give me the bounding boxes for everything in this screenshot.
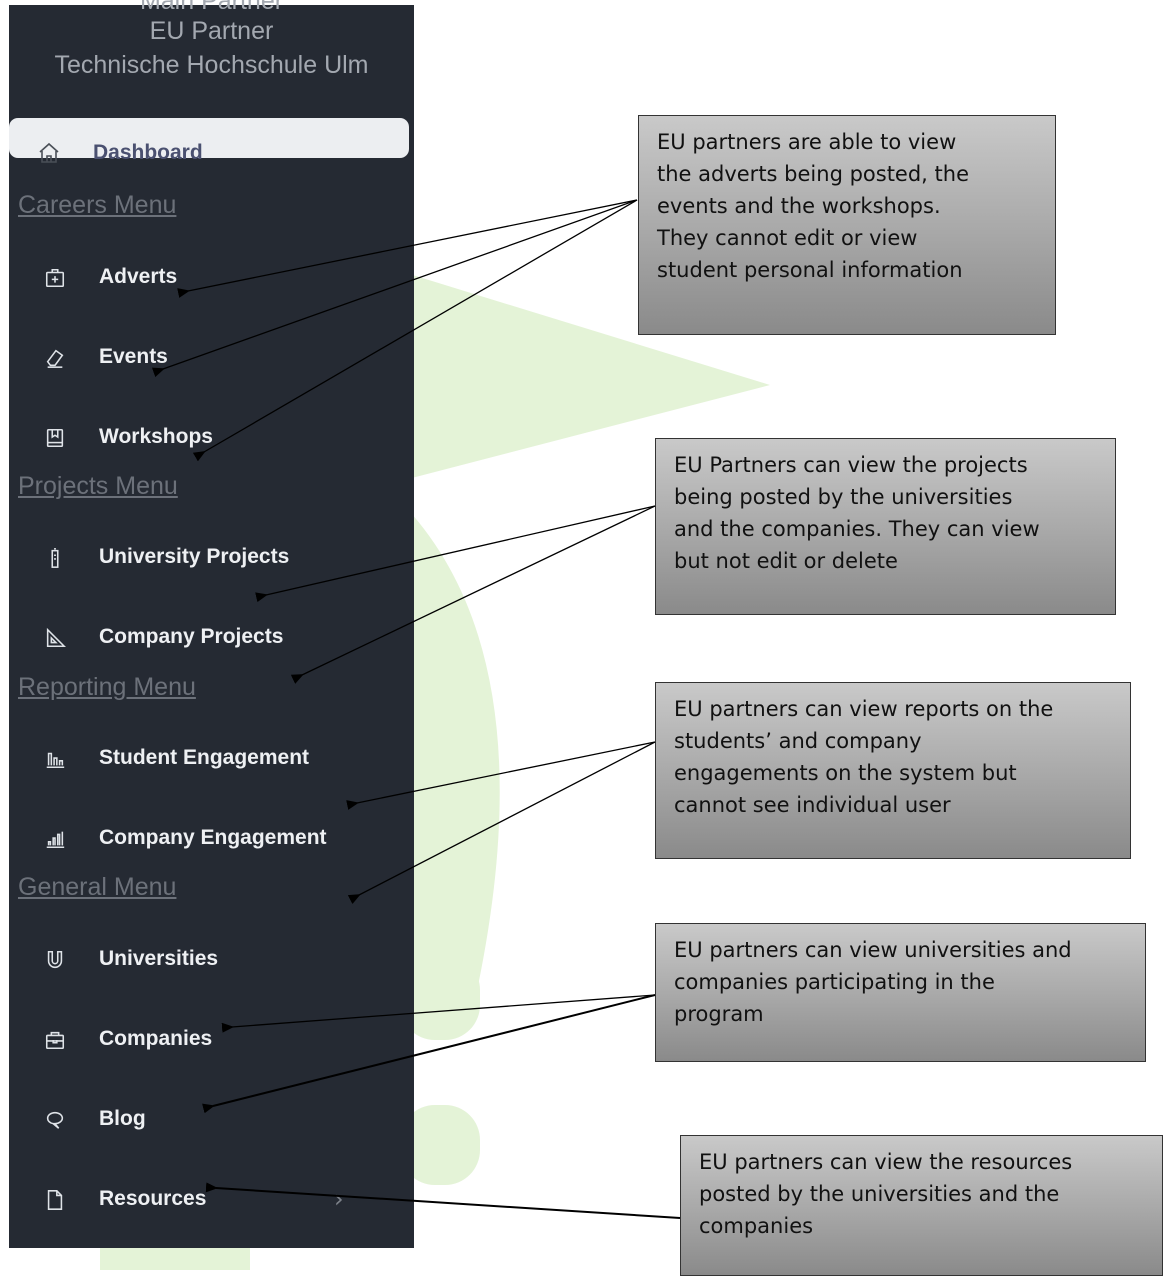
magnet-icon — [42, 949, 68, 975]
callout-line: the adverts being posted, the — [657, 162, 969, 186]
profile-organization: Technische Hochschule Ulm — [54, 51, 369, 79]
callout-line: student personal information — [657, 258, 963, 282]
section-careers-menu: Careers Menu — [18, 191, 177, 219]
callout-line: companies — [699, 1214, 814, 1238]
callout-line: engagements on the system but — [674, 761, 1017, 785]
callout-projects: EU Partners can view the projects being … — [655, 438, 1116, 615]
sidebar-item-resources[interactable]: Resources › — [9, 1181, 409, 1221]
chevron-right-icon[interactable]: › — [334, 1185, 344, 1213]
sidebar-nav: Main Partner EU Partner Technische Hochs… — [9, 0, 414, 1248]
sidebar-item-events[interactable]: Events — [9, 339, 409, 379]
callout-careers: EU partners are able to view the adverts… — [638, 115, 1056, 335]
sidebar-item-label: Adverts — [99, 265, 178, 288]
section-general-menu: General Menu — [18, 873, 177, 901]
sidebar-item-student-engagement[interactable]: Student Engagement — [9, 740, 409, 780]
sidebar-item-blog[interactable]: Blog — [9, 1101, 409, 1141]
sidebar-item-label: Student Engagement — [99, 746, 310, 769]
callout-line: EU partners can view the resources — [699, 1150, 1073, 1174]
briefcase-icon — [42, 1029, 68, 1055]
sidebar-item-label: Company Projects — [99, 625, 284, 648]
sidebar-item-label: Universities — [99, 947, 219, 970]
sidebar-item-company-projects[interactable]: Company Projects — [9, 619, 409, 659]
sidebar-item-label: Dashboard — [93, 141, 203, 164]
sidebar-item-label: Workshops — [99, 425, 213, 448]
callout-line: but not edit or delete — [674, 549, 898, 573]
callout-line: EU Partners can view the projects — [674, 453, 1028, 477]
set-square-icon — [42, 627, 68, 653]
sidebar-item-dashboard[interactable]: Dashboard — [9, 118, 409, 164]
callout-line: They cannot edit or view — [657, 226, 918, 250]
callout-reporting: EU partners can view reports on the stud… — [655, 682, 1131, 859]
sidebar-item-label: Events — [99, 345, 168, 368]
sidebar-item-companies[interactable]: Companies — [9, 1021, 409, 1061]
callout-line: EU partners are able to view — [657, 130, 957, 154]
sidebar-item-workshops[interactable]: Workshops — [9, 419, 409, 459]
profile-name: Main Partner — [139, 0, 284, 15]
callout-line: EU partners can view universities and — [674, 938, 1072, 962]
sidebar-item-university-projects[interactable]: University Projects — [9, 539, 409, 579]
bar-chart-icon — [42, 748, 68, 774]
section-projects-menu: Projects Menu — [18, 472, 178, 500]
callout-general: EU partners can view universities and co… — [655, 923, 1146, 1062]
eraser-icon — [42, 347, 68, 373]
sidebar-item-universities[interactable]: Universities — [9, 941, 409, 981]
sidebar-item-label: Resources — [99, 1187, 207, 1210]
section-reporting-menu: Reporting Menu — [18, 673, 196, 701]
callout-line: EU partners can view reports on the — [674, 697, 1054, 721]
battery-icon — [42, 547, 68, 573]
add-box-icon — [42, 267, 68, 293]
callout-resources: EU partners can view the resources poste… — [680, 1135, 1163, 1276]
signal-chart-icon — [42, 828, 68, 854]
home-icon — [36, 141, 62, 167]
callout-line: companies participating in the — [674, 970, 995, 994]
callout-line: posted by the universities and the — [699, 1182, 1060, 1206]
sidebar-item-label: University Projects — [99, 545, 290, 568]
book-icon — [42, 427, 68, 453]
sidebar-item-label: Blog — [99, 1107, 146, 1130]
sidebar-item-label: Company Engagement — [99, 826, 327, 849]
callout-line: students’ and company — [674, 729, 922, 753]
sidebar-item-adverts[interactable]: Adverts — [9, 259, 409, 299]
callout-line: cannot see individual user — [674, 793, 951, 817]
sidebar-item-company-engagement[interactable]: Company Engagement — [9, 820, 409, 860]
sidebar-item-label: Companies — [99, 1027, 213, 1050]
callout-line: being posted by the universities — [674, 485, 1013, 509]
callout-line: and the companies. They can view — [674, 517, 1040, 541]
profile-role: EU Partner — [149, 17, 274, 45]
callout-line: events and the workshops. — [657, 194, 941, 218]
file-icon — [42, 1189, 68, 1215]
chat-icon — [42, 1109, 68, 1135]
callout-line: program — [674, 1002, 764, 1026]
